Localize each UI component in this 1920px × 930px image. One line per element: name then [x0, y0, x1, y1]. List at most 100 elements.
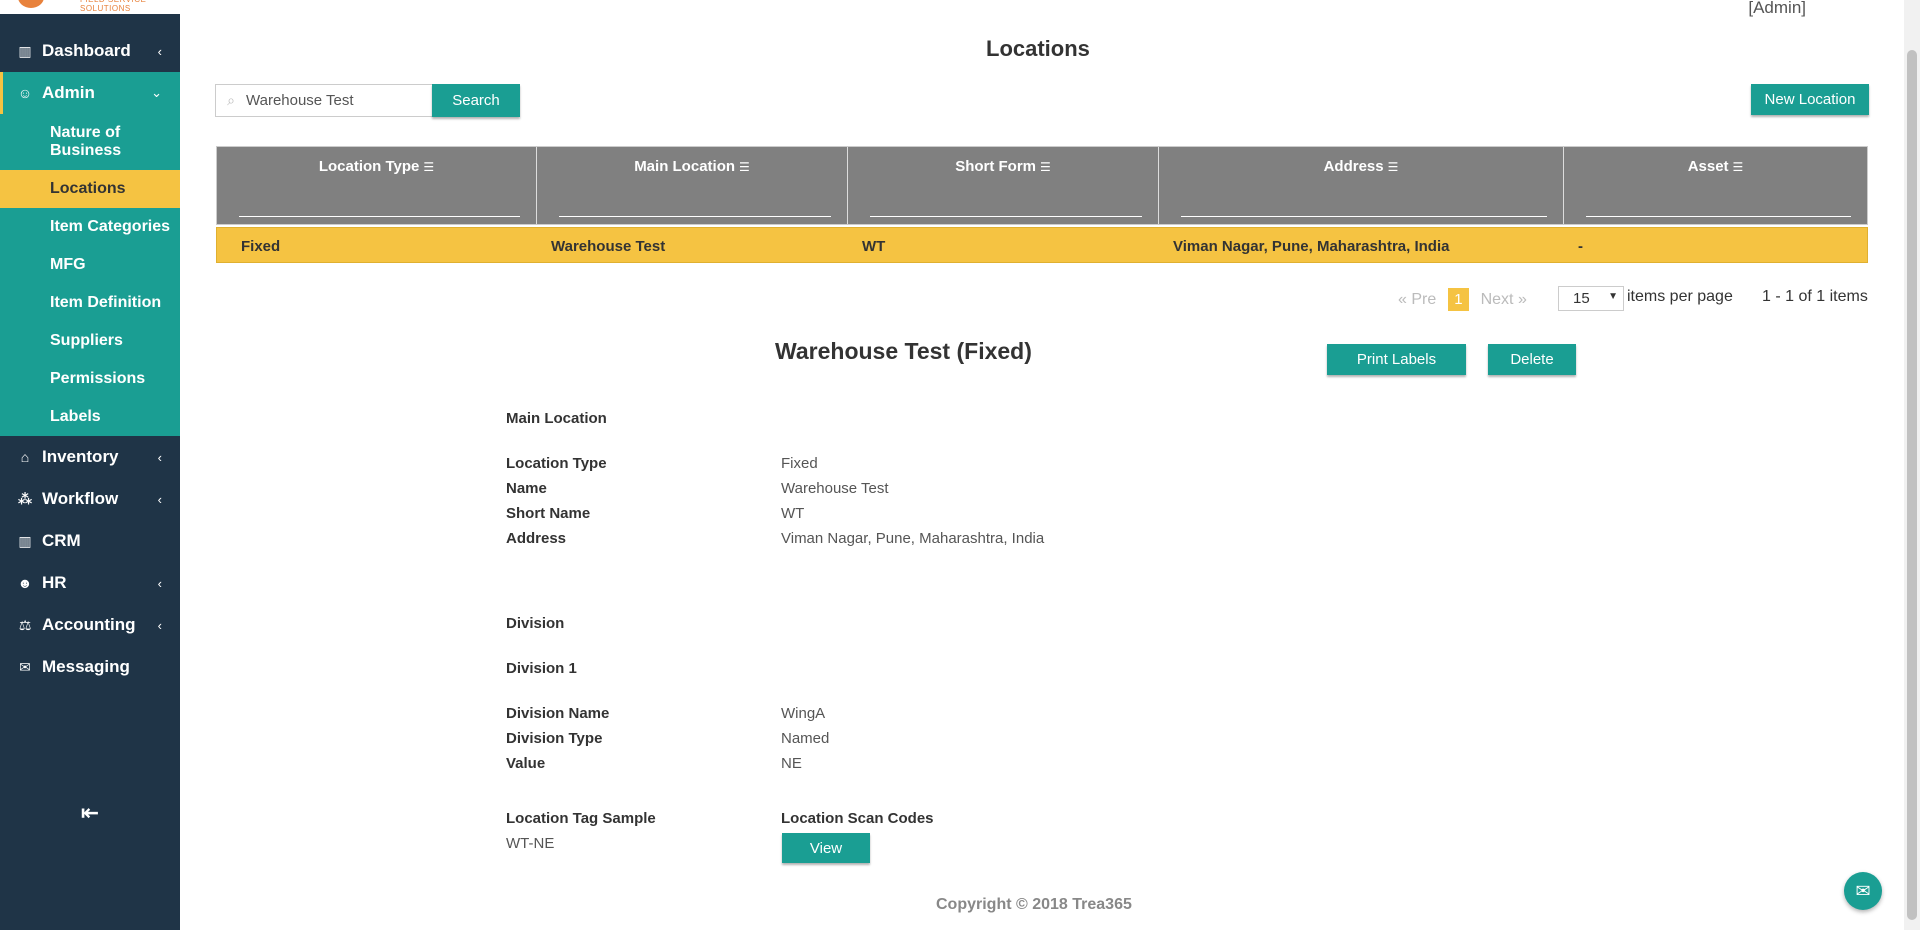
- sidebar-subitem-mfg[interactable]: MFG: [0, 246, 180, 284]
- sidebar-item-label: Dashboard: [42, 41, 131, 60]
- sidebar-item-accounting[interactable]: ⚖ Accounting ‹: [0, 604, 180, 646]
- bar-chart-icon: ▥: [18, 532, 32, 549]
- collapse-left-icon[interactable]: ⇤: [0, 800, 180, 826]
- column-filter-input[interactable]: [1181, 216, 1547, 217]
- scale-icon: ⚖: [18, 616, 32, 633]
- field-value: Warehouse Test: [781, 480, 889, 497]
- field-value: NE: [781, 755, 802, 772]
- column-header-label: Short Form: [955, 158, 1037, 175]
- filter-icon[interactable]: ☰: [423, 160, 434, 174]
- sidebar-item-messaging[interactable]: ✉ Messaging: [0, 646, 180, 688]
- sidebar-item-workflow[interactable]: ⁂ Workflow ‹: [0, 478, 180, 520]
- filter-icon[interactable]: ☰: [739, 160, 750, 174]
- field-label: Division Type: [506, 730, 603, 747]
- chevron-down-icon: ⌄: [151, 85, 162, 100]
- prev-page-link[interactable]: « Pre: [1398, 291, 1436, 309]
- sidebar: FIELD SERVICE SOLUTIONS ▥ Dashboard ‹ ☺ …: [0, 0, 180, 930]
- tag-sample-value: WT-NE: [506, 835, 555, 852]
- sidebar-item-label: CRM: [42, 531, 81, 550]
- column-filter-input[interactable]: [870, 216, 1142, 217]
- workflow-icon: ⁂: [17, 490, 33, 507]
- main-location-heading: Main Location: [506, 410, 607, 427]
- chat-icon[interactable]: ✉: [1844, 872, 1882, 910]
- cell-asset: -: [1578, 238, 1583, 255]
- sidebar-item-label: Workflow: [42, 489, 119, 508]
- field-value: Viman Nagar, Pune, Maharashtra, India: [781, 530, 1045, 547]
- user-role[interactable]: [Admin]: [1748, 0, 1806, 18]
- sidebar-item-hr[interactable]: ☻ HR ‹: [0, 562, 180, 604]
- people-icon: ☻: [17, 575, 33, 591]
- filter-icon[interactable]: ☰: [1388, 160, 1399, 174]
- table-row[interactable]: Fixed Warehouse Test WT Viman Nagar, Pun…: [216, 227, 1868, 263]
- column-header-label: Main Location: [634, 158, 736, 175]
- search-icon: ⌕: [227, 92, 235, 108]
- chevron-left-icon: ‹: [157, 43, 162, 59]
- scan-codes-label: Location Scan Codes: [781, 810, 934, 827]
- sidebar-subitem-item-categories[interactable]: Item Categories: [0, 208, 180, 246]
- search-button[interactable]: Search: [432, 84, 520, 117]
- user-icon: ☺: [17, 85, 33, 101]
- sidebar-subitem-nature-of-business[interactable]: Nature of Business: [0, 114, 180, 170]
- copyright: Copyright © 2018 Trea365: [936, 896, 1132, 913]
- column-asset[interactable]: Asset ☰: [1564, 147, 1867, 224]
- search-field[interactable]: ⌕: [215, 84, 433, 117]
- cell-location-type: Fixed: [241, 238, 281, 255]
- print-labels-button[interactable]: Print Labels: [1327, 344, 1466, 375]
- column-header-label: Location Type: [318, 158, 420, 175]
- view-scan-codes-button[interactable]: View: [782, 833, 870, 863]
- chat-icon: ✉: [19, 658, 31, 675]
- admin-submenu: Nature of Business Locations Item Catego…: [0, 114, 180, 436]
- logo-tagline: FIELD SERVICE SOLUTIONS: [80, 0, 146, 13]
- column-filter-input[interactable]: [559, 216, 831, 217]
- sidebar-item-label: Messaging: [42, 657, 130, 676]
- sidebar-item-admin[interactable]: ☺ Admin ⌄: [0, 72, 180, 114]
- column-address[interactable]: Address ☰: [1159, 147, 1564, 224]
- column-location-type[interactable]: Location Type ☰: [217, 147, 537, 224]
- sidebar-item-inventory[interactable]: ⌂ Inventory ‹: [0, 436, 180, 478]
- scrollbar-thumb[interactable]: [1907, 50, 1917, 920]
- field-label: Value: [506, 755, 546, 772]
- sidebar-item-crm[interactable]: ▥ CRM: [0, 520, 180, 562]
- sidebar-subitem-suppliers[interactable]: Suppliers: [0, 322, 180, 360]
- field-value: Fixed: [781, 455, 818, 472]
- sidebar-item-dashboard[interactable]: ▥ Dashboard ‹: [0, 30, 180, 72]
- scrollbar[interactable]: [1904, 0, 1920, 930]
- detail-title: Warehouse Test (Fixed): [775, 338, 1032, 364]
- sidebar-item-label: Accounting: [42, 615, 136, 634]
- home-icon: ⌂: [20, 449, 30, 465]
- filter-icon[interactable]: ☰: [1040, 160, 1051, 174]
- current-page[interactable]: 1: [1448, 288, 1469, 311]
- next-page-link[interactable]: Next »: [1481, 291, 1527, 309]
- division-sub-heading: Division 1: [506, 660, 577, 677]
- items-per-page-select[interactable]: 15 ▼: [1558, 286, 1624, 311]
- field-label: Short Name: [506, 505, 591, 522]
- column-header-label: Address: [1323, 158, 1384, 175]
- division-heading: Division: [506, 615, 565, 632]
- field-value: Named: [781, 730, 830, 747]
- search-input[interactable]: [246, 92, 426, 109]
- column-short-form[interactable]: Short Form ☰: [848, 147, 1159, 224]
- logo-mark: [18, 0, 44, 8]
- column-main-location[interactable]: Main Location ☰: [537, 147, 848, 224]
- bar-chart-icon: ▥: [18, 42, 32, 59]
- sidebar-subitem-locations[interactable]: Locations: [0, 170, 180, 208]
- column-filter-input[interactable]: [239, 216, 520, 217]
- sidebar-subitem-labels[interactable]: Labels: [0, 398, 180, 436]
- items-per-page-value: 15: [1573, 290, 1590, 307]
- cell-short-form: WT: [862, 238, 886, 255]
- chevron-left-icon: ‹: [157, 617, 162, 633]
- delete-button[interactable]: Delete: [1488, 344, 1576, 375]
- sidebar-subitem-permissions[interactable]: Permissions: [0, 360, 180, 398]
- column-filter-input[interactable]: [1586, 216, 1851, 217]
- field-label: Division Name: [506, 705, 610, 722]
- caret-down-icon: ▼: [1608, 291, 1618, 302]
- sidebar-item-label: Admin: [42, 83, 95, 102]
- sidebar-subitem-item-definition[interactable]: Item Definition: [0, 284, 180, 322]
- logo[interactable]: FIELD SERVICE SOLUTIONS: [0, 0, 180, 14]
- new-location-button[interactable]: New Location: [1751, 84, 1869, 115]
- cell-main-location: Warehouse Test: [551, 238, 666, 255]
- pager: « Pre 1 Next »: [1398, 288, 1527, 311]
- chevron-left-icon: ‹: [157, 491, 162, 507]
- filter-icon[interactable]: ☰: [1733, 160, 1744, 174]
- tag-sample-label: Location Tag Sample: [506, 810, 656, 827]
